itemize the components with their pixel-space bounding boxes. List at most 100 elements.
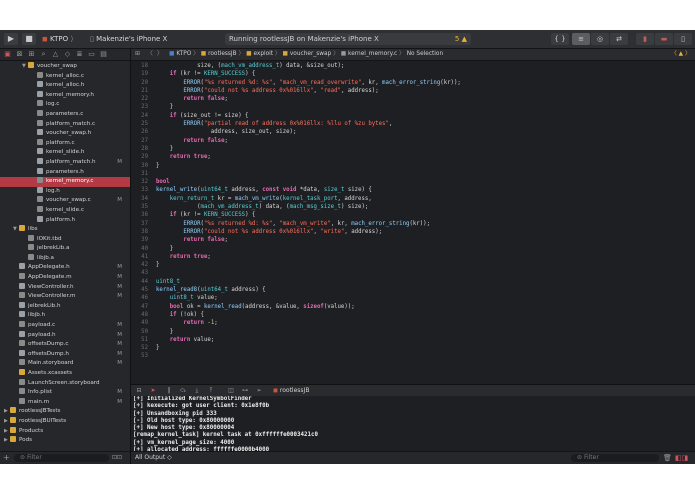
run-button[interactable]: ▶ xyxy=(4,33,18,45)
breadcrumb-item[interactable]: voucher_swap xyxy=(290,51,331,57)
console-filter-input[interactable]: ⊜ Filter xyxy=(571,454,659,462)
split-console-icon[interactable]: ◧◨ xyxy=(675,454,688,462)
tree-item[interactable]: LaunchScreen.storyboard xyxy=(0,378,130,389)
tree-item[interactable]: kernel_alloc.c xyxy=(0,71,130,82)
tree-item[interactable]: platform.c xyxy=(0,138,130,149)
source-control-icon[interactable]: ⊠ xyxy=(15,50,24,58)
view-hierarchy-icon[interactable]: ◫ xyxy=(227,387,235,394)
tree-item[interactable]: jelbrekLib.a xyxy=(0,244,130,254)
hide-debug-icon[interactable]: ⊟ xyxy=(135,387,143,394)
back-icon[interactable]: 〈 xyxy=(147,49,153,60)
tree-item[interactable]: payload.h M xyxy=(0,330,130,341)
symbol-icon[interactable]: ⊞ xyxy=(27,50,36,58)
related-items-icon[interactable]: ⊞ xyxy=(135,49,140,60)
library-button[interactable]: { } xyxy=(551,33,569,45)
source-editor[interactable]: 18 size, (mach_vm_address_t) data, &size… xyxy=(131,61,695,384)
report-icon[interactable]: ▤ xyxy=(99,50,108,58)
tree-item[interactable]: offsetsDump.c M xyxy=(0,340,130,350)
tree-item[interactable]: AppDelegate.m M xyxy=(0,273,130,283)
tree-item[interactable]: payload.c M xyxy=(0,321,130,331)
tree-item[interactable]: Main.storyboard M xyxy=(0,359,130,369)
tree-item[interactable]: offsetsDump.h M xyxy=(0,349,130,360)
device-selector[interactable]: ▯ Makenzie's iPhone X xyxy=(90,33,167,45)
tree-item[interactable]: libjb.a xyxy=(0,253,130,264)
tree-item[interactable]: log.c xyxy=(0,100,130,110)
tree-item[interactable]: IOKit.tbd xyxy=(0,234,130,245)
memory-graph-icon[interactable]: ⊶ xyxy=(241,387,249,394)
tree-item[interactable]: kernel_slide.h xyxy=(0,148,130,158)
warning-badge[interactable]: 5 ▲ xyxy=(455,33,467,45)
source-control-status: M xyxy=(117,398,122,405)
navigator-filter-input[interactable]: ⊜ Filter xyxy=(14,454,109,462)
breadcrumb-item[interactable]: exploit xyxy=(253,51,273,57)
pause-icon[interactable]: ‖ xyxy=(165,387,173,394)
tree-item[interactable]: Assets.xcassets xyxy=(0,369,130,379)
toggle-debug-button[interactable]: ▬ xyxy=(655,33,673,45)
step-over-icon[interactable]: ⤼ xyxy=(179,387,187,394)
recent-files-icon[interactable]: ⊡⊡ xyxy=(112,454,122,461)
console-output[interactable]: [+] Initialized KernelSymbolFinder [+] ke… xyxy=(131,396,695,451)
issue-nav-icon[interactable]: 〈 ▲ 〉 xyxy=(671,49,691,60)
breadcrumb-item[interactable]: kernel_memory.c xyxy=(348,51,397,57)
line-number: 29 xyxy=(141,154,148,161)
tree-item[interactable]: ViewController.m M xyxy=(0,292,130,302)
tree-item[interactable]: Info.plist M xyxy=(0,388,130,398)
standard-editor-button[interactable]: ≡ xyxy=(572,33,590,45)
source-control-status: M xyxy=(117,197,122,204)
version-editor-button[interactable]: ⇄ xyxy=(610,33,628,45)
find-icon[interactable]: ⌕ xyxy=(39,50,48,58)
tree-item[interactable]: AppDelegate.h M xyxy=(0,263,130,273)
add-icon[interactable]: + xyxy=(3,453,10,462)
forward-icon[interactable]: 〉 xyxy=(157,49,163,60)
location-icon[interactable]: ➢ xyxy=(255,387,263,394)
tree-item[interactable]: platform_match.c xyxy=(0,119,130,130)
toggle-navigator-button[interactable]: ▮ xyxy=(636,33,654,45)
tree-item[interactable]: ▼ libs xyxy=(0,225,130,235)
tree-item[interactable]: parameters.c xyxy=(0,109,130,120)
breadcrumb-item[interactable]: KTPO xyxy=(176,51,191,57)
toggle-inspector-button[interactable]: ▯ xyxy=(674,33,692,45)
tree-item[interactable]: voucher_swap.c M xyxy=(0,196,130,206)
line-number: 23 xyxy=(141,104,148,111)
tree-item[interactable]: parameters.h xyxy=(0,167,130,178)
breadcrumb-item[interactable]: rootlessJB xyxy=(208,51,237,57)
tree-item[interactable]: kernel_memory.h xyxy=(0,90,130,101)
tree-item[interactable]: ▶ rootlessJBTests xyxy=(0,407,130,417)
tree-item[interactable]: kernel_alloc.h xyxy=(0,81,130,91)
tree-item[interactable]: ▶ Products xyxy=(0,426,130,437)
tree-item[interactable]: kernel_slide.c xyxy=(0,205,130,216)
trash-icon[interactable]: 🗑︎ xyxy=(663,454,672,462)
scheme-selector[interactable]: ◼ KTPO 〉 xyxy=(42,33,77,45)
tree-item[interactable]: ▶ rootlessJBUITests xyxy=(0,416,130,427)
breakpoint-icon[interactable]: ▭ xyxy=(87,50,96,58)
line-number: 50 xyxy=(141,328,148,335)
breakpoints-toggle-icon[interactable]: ➤ xyxy=(149,387,157,394)
tree-item-label: kernel_alloc.h xyxy=(46,82,85,89)
tree-item[interactable]: voucher_swap.h xyxy=(0,129,130,139)
debug-icon[interactable]: ≣ xyxy=(75,50,84,58)
process-selector[interactable]: ◼ rootlessJB xyxy=(273,386,309,395)
tree-item[interactable]: platform.h xyxy=(0,215,130,226)
tree-item[interactable]: log.h xyxy=(0,186,130,197)
source-control-status: M xyxy=(117,360,122,367)
tree-item[interactable]: ▶ Pods xyxy=(0,436,130,446)
tree-item-label: rootlessJBUITests xyxy=(19,417,67,424)
tree-item[interactable]: main.m M xyxy=(0,397,130,408)
tree-item[interactable]: libjb.h xyxy=(0,311,130,321)
output-selector[interactable]: All Output ◇ xyxy=(135,454,172,461)
tree-item[interactable]: jelbrekLib.h xyxy=(0,301,130,312)
tree-item[interactable]: ▼ voucher_swap xyxy=(0,62,130,72)
tree-item-label: kernel_slide.c xyxy=(46,206,84,213)
tree-item[interactable]: ViewController.h M xyxy=(0,282,130,293)
stop-button[interactable]: ■ xyxy=(22,33,36,45)
line-number: 32 xyxy=(141,179,148,186)
breadcrumb-item[interactable]: No Selection xyxy=(407,51,443,57)
step-out-icon[interactable]: ⤒ xyxy=(207,387,215,394)
tree-item[interactable]: kernel_memory.c xyxy=(0,177,130,187)
step-in-icon[interactable]: ⤓ xyxy=(193,387,201,394)
issue-icon[interactable]: △ xyxy=(51,50,60,58)
tree-item[interactable]: platform_match.h M xyxy=(0,157,130,168)
folder-icon[interactable]: ▣ xyxy=(3,50,12,58)
assistant-editor-button[interactable]: ◎ xyxy=(591,33,609,45)
test-icon[interactable]: ◇ xyxy=(63,50,72,58)
